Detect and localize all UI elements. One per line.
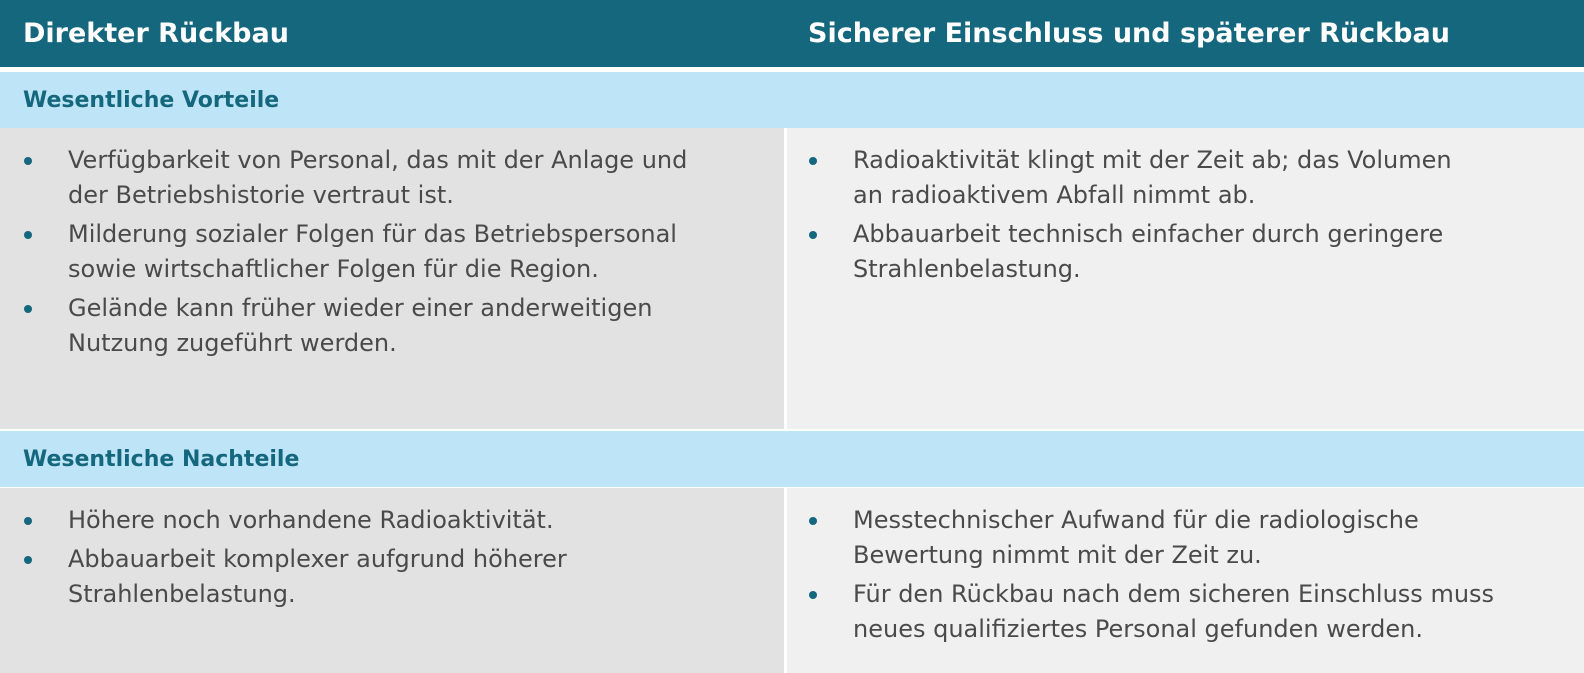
comparison-table: Direkter Rückbau Sicherer Einschluss und… (0, 0, 1584, 673)
list-item: Höhere noch vorhandene Radioaktivität. (23, 503, 763, 538)
list-item-text: Gelände kann früher wieder einer anderwe… (68, 294, 653, 322)
list-item: Radioaktivität klingt mit der Zeit ab; d… (808, 143, 1568, 213)
disadvantages-enclosure-cell: Messtechnischer Aufwand für die radiolog… (787, 488, 1584, 673)
header-safe-enclosure: Sicherer Einschluss und späterer Rückbau (808, 18, 1450, 49)
list-item-text: neues qualifiziertes Personal gefunden w… (853, 615, 1423, 643)
disadvantages-enclosure-list: Messtechnischer Aufwand für die radiolog… (808, 503, 1568, 651)
bullet-icon (24, 231, 32, 239)
list-item: Verfügbarkeit von Personal, das mit der … (23, 143, 763, 213)
bullet-icon (809, 231, 817, 239)
list-item: Messtechnischer Aufwand für die radiolog… (808, 503, 1568, 573)
bullet-icon (809, 591, 817, 599)
section-title-advantages: Wesentliche Vorteile (23, 88, 280, 113)
bullet-icon (24, 517, 32, 525)
disadvantages-row: Höhere noch vorhandene Radioaktivität. Ab… (0, 488, 1584, 673)
list-item-text: Nutzung zugeführt werden. (68, 329, 397, 357)
bullet-icon (809, 517, 817, 525)
list-item-text: Milderung sozialer Folgen für das Betrie… (68, 220, 677, 248)
bullet-icon (24, 305, 32, 313)
advantages-direct-list: Verfügbarkeit von Personal, das mit der … (23, 143, 763, 365)
bullet-icon (809, 157, 817, 165)
list-item-text: an radioaktivem Abfall nimmt ab. (853, 181, 1256, 209)
list-item-text: der Betriebshistorie vertraut ist. (68, 181, 454, 209)
list-item-text: Bewertung nimmt mit der Zeit zu. (853, 541, 1262, 569)
list-item-text: Höhere noch vorhandene Radioaktivität. (68, 506, 554, 534)
list-item-text: Strahlenbelastung. (853, 255, 1081, 283)
advantages-enclosure-cell: Radioaktivität klingt mit der Zeit ab; d… (787, 128, 1584, 429)
list-item: Abbauarbeit technisch einfacher durch ge… (808, 217, 1568, 287)
advantages-enclosure-list: Radioaktivität klingt mit der Zeit ab; d… (808, 143, 1568, 291)
list-item-text: Radioaktivität klingt mit der Zeit ab; d… (853, 146, 1452, 174)
list-item-text: Messtechnischer Aufwand für die radiolog… (853, 506, 1419, 534)
section-title-disadvantages: Wesentliche Nachteile (23, 447, 300, 472)
list-item-text: Strahlenbelastung. (68, 580, 296, 608)
advantages-row: Verfügbarkeit von Personal, das mit der … (0, 128, 1584, 429)
list-item-text: sowie wirtschaftlicher Folgen für die Re… (68, 255, 599, 283)
table-header: Direkter Rückbau Sicherer Einschluss und… (0, 0, 1584, 70)
section-advantages: Wesentliche Vorteile (0, 72, 1584, 128)
header-direct-dismantling: Direkter Rückbau (23, 18, 289, 49)
list-item-text: Abbauarbeit technisch einfacher durch ge… (853, 220, 1444, 248)
disadvantages-direct-cell: Höhere noch vorhandene Radioaktivität. Ab… (0, 488, 784, 673)
list-item-text: Für den Rückbau nach dem sicheren Einsch… (853, 580, 1495, 608)
list-item: Für den Rückbau nach dem sicheren Einsch… (808, 577, 1568, 647)
list-item-text: Abbauarbeit komplexer aufgrund höherer (68, 545, 567, 573)
list-item: Gelände kann früher wieder einer anderwe… (23, 291, 763, 361)
list-item-text: Verfügbarkeit von Personal, das mit der … (68, 146, 688, 174)
section-disadvantages: Wesentliche Nachteile (0, 431, 1584, 487)
advantages-direct-cell: Verfügbarkeit von Personal, das mit der … (0, 128, 784, 429)
bullet-icon (24, 157, 32, 165)
disadvantages-direct-list: Höhere noch vorhandene Radioaktivität. Ab… (23, 503, 763, 616)
bullet-icon (24, 556, 32, 564)
list-item: Abbauarbeit komplexer aufgrund höherer St… (23, 542, 763, 612)
list-item: Milderung sozialer Folgen für das Betrie… (23, 217, 763, 287)
